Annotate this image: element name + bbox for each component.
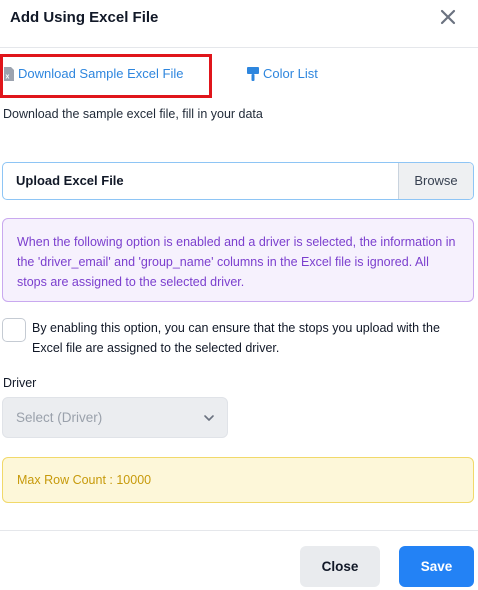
assign-driver-label: By enabling this option, you can ensure … — [32, 321, 440, 355]
close-icon[interactable] — [437, 6, 459, 28]
close-button[interactable]: Close — [300, 546, 380, 587]
browse-button[interactable]: Browse — [398, 163, 473, 199]
instructions-text: Download the sample excel file, fill in … — [3, 107, 263, 121]
download-sample-link[interactable]: x Download Sample Excel File — [4, 66, 183, 81]
upload-file-field[interactable]: Upload Excel File Browse — [2, 162, 474, 200]
dialog-title: Add Using Excel File — [10, 9, 159, 26]
color-list-link[interactable]: Color List — [247, 66, 318, 81]
chevron-down-icon — [204, 415, 214, 421]
svg-text:x: x — [6, 73, 10, 80]
dialog-header: Add Using Excel File — [0, 0, 478, 48]
driver-label: Driver — [3, 376, 37, 390]
upload-label: Upload Excel File — [16, 173, 124, 188]
save-button[interactable]: Save — [399, 546, 474, 587]
driver-select-value: Select (Driver) — [16, 410, 103, 425]
color-list-label: Color List — [263, 66, 318, 81]
driver-select[interactable]: Select (Driver) — [2, 397, 228, 438]
excel-file-icon: x — [4, 66, 14, 81]
assign-driver-checkbox[interactable] — [2, 318, 26, 342]
footer-divider — [0, 530, 478, 531]
info-note: When the following option is enabled and… — [2, 218, 474, 302]
paint-brush-icon — [247, 66, 259, 81]
max-row-note: Max Row Count : 10000 — [2, 457, 474, 503]
download-sample-label: Download Sample Excel File — [18, 66, 184, 81]
